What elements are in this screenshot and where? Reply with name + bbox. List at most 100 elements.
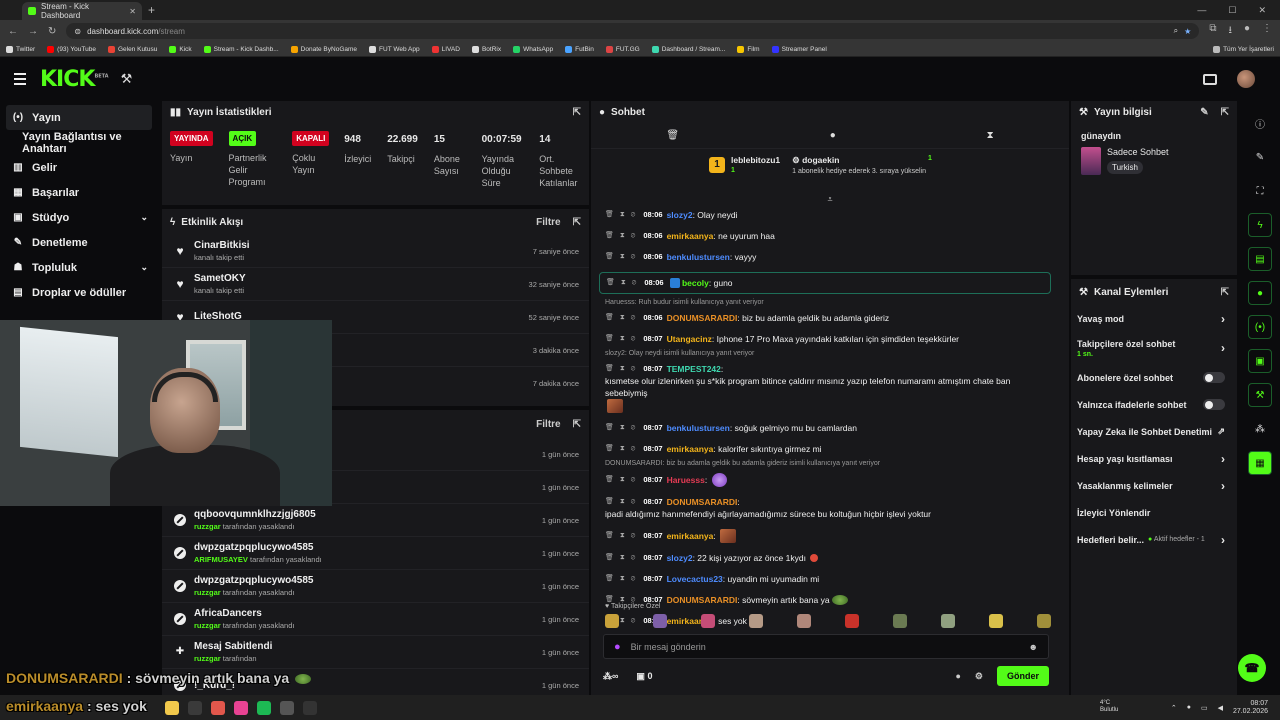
profile-icon[interactable]: ● xyxy=(1244,23,1250,40)
filter-button[interactable]: Filtre xyxy=(536,217,560,228)
edit-icon[interactable]: ✎ xyxy=(1248,145,1272,169)
sidebar-item-stream-key[interactable]: Yayın Bağlantısı ve Anahtarı xyxy=(0,130,160,155)
apps-icon[interactable]: ▦ xyxy=(1248,451,1272,475)
close-window-icon[interactable]: ✕ xyxy=(1258,5,1266,16)
support-icon[interactable]: ☎ xyxy=(1238,654,1266,682)
bookmark-item[interactable]: Stream - Kick Dashb... xyxy=(203,45,279,53)
chat-quick-icon[interactable]: ● xyxy=(1248,281,1272,305)
emote-picker-item[interactable] xyxy=(1037,614,1051,628)
reload-icon[interactable]: ↻ xyxy=(48,26,56,37)
category-thumbnail[interactable] xyxy=(1081,147,1101,175)
popout-icon[interactable]: ⇱ xyxy=(1221,287,1229,298)
bookmark-item[interactable]: (93) YouTube xyxy=(47,45,96,53)
subscribers-only-toggle[interactable] xyxy=(1203,372,1225,383)
mod-tools-icon[interactable]: 🗑⧗⊘ xyxy=(605,363,641,375)
broadcast-quick-icon[interactable]: (•) xyxy=(1248,315,1272,339)
bookmark-item[interactable]: Donate ByNoGame xyxy=(290,45,357,53)
quick-action-icon[interactable]: ϟ xyxy=(1248,213,1272,237)
browser-tab[interactable]: Stream - Kick Dashboard ✕ xyxy=(22,2,142,20)
bookmark-item[interactable]: Streamer Panel xyxy=(771,45,827,53)
downloads-icon[interactable]: ⭳ xyxy=(1228,23,1232,40)
bookmark-item[interactable]: FutBin xyxy=(565,45,594,53)
mod-tools-icon[interactable]: 🗑⧗⊘ xyxy=(605,474,641,486)
mod-tools-icon[interactable]: 🗑⧗⊘ xyxy=(605,573,641,585)
close-tab-icon[interactable]: ✕ xyxy=(129,7,136,16)
menu-icon[interactable]: ⋮ xyxy=(1262,23,1272,40)
tray-chevron-icon[interactable]: ⌃ xyxy=(1171,704,1177,712)
back-icon[interactable]: ← xyxy=(8,26,18,37)
send-button[interactable]: Gönder xyxy=(996,666,1049,686)
emote-only-toggle[interactable] xyxy=(1203,399,1225,410)
zoom-icon[interactable]: ⌕ xyxy=(1174,26,1178,36)
mod-tools-icon[interactable]: 🗑⧗⊘ xyxy=(605,496,641,508)
bookmark-item[interactable]: FUT.GG xyxy=(605,45,640,53)
emote-picker-item[interactable] xyxy=(845,614,859,628)
sidebar-item-yayin[interactable]: (•) Yayın xyxy=(6,105,152,130)
settings-icon[interactable]: ⚙ xyxy=(975,671,983,682)
chat-bubble-icon[interactable]: ● xyxy=(830,130,836,141)
app-icon[interactable] xyxy=(188,700,202,715)
trash-icon[interactable]: 🗑 xyxy=(666,130,679,141)
layout-icon[interactable]: ▣ xyxy=(1248,349,1272,373)
action-banned-words[interactable]: Yasaklanmış kelimeler › xyxy=(1071,472,1237,499)
bookmark-item[interactable]: WhatsApp xyxy=(513,45,553,53)
mod-tools-icon[interactable]: 🗑⧗⊘ xyxy=(605,230,641,242)
chat-input[interactable]: ● Bir mesaj gönderin ☻ xyxy=(603,634,1049,659)
emote-picker-item[interactable] xyxy=(701,614,715,628)
action-followers-only[interactable]: Takipçilere özel sohbet 1 sn. › xyxy=(1071,332,1237,364)
mod-tools-icon[interactable]: 🗑⧗⊘ xyxy=(605,443,641,455)
all-bookmarks[interactable]: Tüm Yer İşaretleri xyxy=(1213,45,1274,53)
mic-tray-icon[interactable]: ● xyxy=(1187,704,1191,711)
sidebar-item-studyo[interactable]: ▣ Stüdyo ⌄ xyxy=(0,205,160,230)
mod-tools-icon[interactable]: 🗑⧗⊘ xyxy=(605,209,641,221)
category-name[interactable]: Sadece Sohbet xyxy=(1107,147,1169,157)
action-subscribers-only[interactable]: Abonelere özel sohbet xyxy=(1071,364,1237,391)
action-raid[interactable]: İzleyici Yönlendir xyxy=(1071,499,1237,526)
sidebar-item-gelir[interactable]: ▥ Gelir xyxy=(0,155,160,180)
network-icon[interactable]: ▭ xyxy=(1201,704,1208,712)
share-icon[interactable]: ⁂ xyxy=(1248,417,1272,441)
bookmark-item[interactable]: Kick xyxy=(169,45,192,53)
minimize-icon[interactable]: — xyxy=(1197,5,1206,16)
maximize-icon[interactable]: ☐ xyxy=(1228,5,1236,16)
filter-button[interactable]: Filtre xyxy=(536,419,560,430)
obs-icon[interactable] xyxy=(280,700,294,715)
action-account-age[interactable]: Hesap yaşı kısıtlaması › xyxy=(1071,445,1237,472)
action-ai-moderation[interactable]: Yapay Zeka ile Sohbet Denetimi ⇗ xyxy=(1071,418,1237,445)
emote-picker-item[interactable] xyxy=(653,614,667,628)
avatar[interactable] xyxy=(1237,70,1255,88)
extensions-icon[interactable]: ⧉ xyxy=(1209,23,1216,40)
emote-picker-item[interactable] xyxy=(605,614,619,628)
microphone-icon[interactable]: ● xyxy=(614,641,621,653)
info-icon[interactable]: ⓘ xyxy=(1248,111,1272,135)
bookmark-item[interactable]: Gelen Kutusu xyxy=(107,45,157,53)
weather-widget[interactable]: 4°C Bulutlu xyxy=(1100,700,1118,714)
volume-icon[interactable]: ◀ xyxy=(1218,704,1223,712)
fullscreen-icon[interactable]: ⛶ xyxy=(1248,179,1272,203)
channel-points-icon[interactable]: ⁂∞ xyxy=(603,671,618,682)
hamburger-menu-icon[interactable] xyxy=(14,73,26,85)
popout-icon[interactable]: ⇱ xyxy=(573,419,581,430)
emote-picker-item[interactable] xyxy=(797,614,811,628)
file-explorer-icon[interactable] xyxy=(165,700,179,715)
wrench-quick-icon[interactable]: ⚒ xyxy=(1248,383,1272,407)
hourglass-icon[interactable]: ⧗ xyxy=(987,130,994,141)
emote-picker-item[interactable] xyxy=(941,614,955,628)
bookmark-item[interactable]: Twitter xyxy=(6,45,35,53)
app-icon[interactable] xyxy=(234,700,248,715)
emote-picker-item[interactable] xyxy=(893,614,907,628)
new-tab-button[interactable]: + xyxy=(148,3,155,17)
notes-icon[interactable]: ▤ xyxy=(1248,247,1272,271)
sidebar-item-basarilar[interactable]: ▦ Başarılar xyxy=(0,180,160,205)
chest-icon[interactable]: ▣ xyxy=(636,671,647,681)
popout-icon[interactable]: ⇱ xyxy=(573,107,581,118)
scroll-down-icon[interactable]: ⩡ xyxy=(591,195,1069,205)
edit-icon[interactable]: ✎ xyxy=(1200,107,1208,118)
kick-logo[interactable]: KICKBETA xyxy=(40,67,109,92)
site-info-icon[interactable]: ⊜ xyxy=(74,27,81,36)
bookmark-item[interactable]: LIVAD xyxy=(431,45,460,53)
bookmark-item[interactable]: FUT Web App xyxy=(369,45,420,53)
emote-picker-item[interactable] xyxy=(749,614,763,628)
popout-icon[interactable]: ⇱ xyxy=(573,217,581,228)
bookmark-star-icon[interactable]: ★ xyxy=(1184,27,1191,36)
